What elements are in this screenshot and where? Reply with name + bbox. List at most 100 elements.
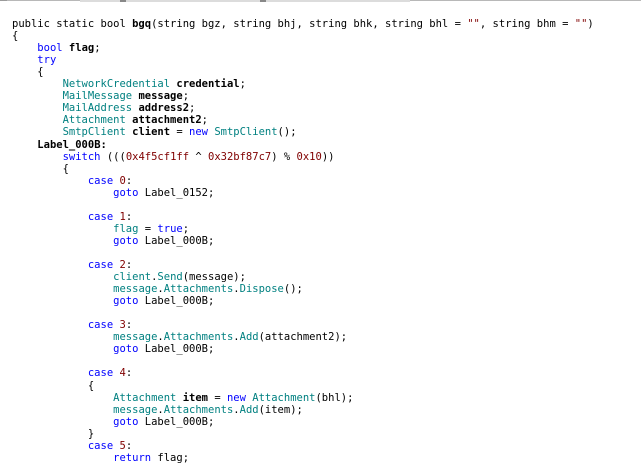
code-token: bool — [37, 42, 63, 55]
code-line: Label_000B: — [12, 139, 107, 151]
code-token: "" — [467, 18, 480, 30]
code-line: } — [12, 428, 94, 440]
code-token: Label_000B; — [138, 295, 215, 308]
code-token: ; — [182, 222, 190, 235]
code-token: { — [62, 162, 69, 175]
code-token: NetworkCredential — [62, 78, 171, 91]
code-token: = — [208, 391, 227, 404]
code-editor[interactable]: public static bool bgq(string bgz, strin… — [0, 0, 641, 475]
code-token: bhl = — [422, 18, 468, 30]
code-token: string — [385, 18, 423, 30]
code-token: Attachments — [163, 331, 234, 344]
code-token: credential — [176, 78, 240, 91]
code-token: )) — [321, 150, 335, 163]
code-line: flag = true; — [12, 223, 189, 235]
code-line: case 2: — [12, 259, 132, 271]
code-line: message.Attachments.Add(attachment2); — [12, 331, 347, 343]
code-token: new — [189, 126, 208, 139]
code-token: Label_000B; — [138, 343, 215, 356]
code-token: address2 — [138, 102, 190, 115]
code-token: string — [492, 18, 531, 30]
code-token: message — [113, 331, 158, 344]
code-token: } — [87, 427, 95, 440]
code-line: { — [12, 163, 69, 175]
code-token: bhk, — [347, 18, 386, 30]
code-line: switch (((0x4f5cf1ff ^ 0x32bf87c7) % 0x1… — [12, 150, 335, 163]
code-line: return flag; — [12, 452, 189, 464]
code-token: Label_000B; — [138, 415, 215, 428]
code-token: client — [132, 126, 171, 139]
code-line: goto Label_0152; — [12, 187, 214, 199]
code-token: (bhl); — [315, 391, 354, 404]
code-token: goto — [113, 295, 139, 308]
code-line: client.Send(message); — [12, 271, 246, 283]
code-token: attachment2 — [132, 114, 202, 127]
code-token: Attachments — [163, 283, 234, 296]
code-line: case 1: — [12, 211, 132, 223]
code-token: : — [125, 319, 133, 332]
code-line: goto Label_000B; — [12, 295, 214, 307]
code-token: (attachment2); — [258, 331, 348, 344]
code-token: Label_000B; — [138, 234, 215, 247]
code-token: message — [138, 90, 183, 103]
code-token: : — [125, 259, 133, 271]
code-token: (message); — [182, 271, 246, 284]
code-token: string — [233, 18, 272, 30]
code-line: goto Label_000B; — [12, 235, 214, 247]
code-line: message.Attachments.Dispose(); — [12, 283, 303, 295]
code-token: goto — [113, 343, 139, 356]
code-token: { — [87, 379, 95, 392]
code-token: case — [87, 367, 114, 380]
code-token: case — [87, 319, 114, 332]
code-token: true — [157, 222, 183, 235]
code-line: goto Label_000B; — [12, 416, 214, 428]
code-line: case 4: — [12, 367, 132, 379]
code-token: SmtpClient — [62, 126, 126, 139]
code-token: client — [113, 271, 152, 284]
code-token: Dispose — [239, 283, 284, 296]
code-token: flag — [68, 42, 95, 55]
code-token: ; — [239, 78, 246, 91]
code-line: SmtpClient client = new SmtpClient(); — [12, 126, 297, 138]
code-token: bgq — [132, 18, 152, 30]
code-token: Send — [157, 271, 183, 284]
code-token: ((( — [100, 150, 126, 163]
code-token: message — [113, 283, 158, 296]
code-line: case 3: — [12, 319, 132, 331]
code-token: 0x10 — [296, 150, 322, 163]
code-token: : — [125, 367, 133, 380]
code-token: , — [479, 18, 493, 30]
code-line: { — [12, 66, 44, 79]
code-token: bhj, — [271, 18, 310, 30]
code-token: { — [37, 66, 44, 79]
code-token: case — [87, 259, 114, 271]
code-token: string — [309, 18, 348, 30]
code-token: (item); — [258, 403, 303, 416]
code-token: "" — [574, 18, 588, 30]
code-token: MailAddress — [62, 102, 133, 115]
code-token: case — [87, 174, 114, 187]
code-token: goto — [113, 186, 139, 199]
code-line: case 5: — [12, 440, 132, 452]
code-line: public static bool bgq(string bgz, strin… — [12, 18, 594, 30]
code-token: new — [226, 391, 246, 404]
code-token: goto — [113, 234, 139, 247]
code-token: 0x4f5cf1ff — [125, 150, 190, 163]
code-token: = — [170, 126, 190, 139]
